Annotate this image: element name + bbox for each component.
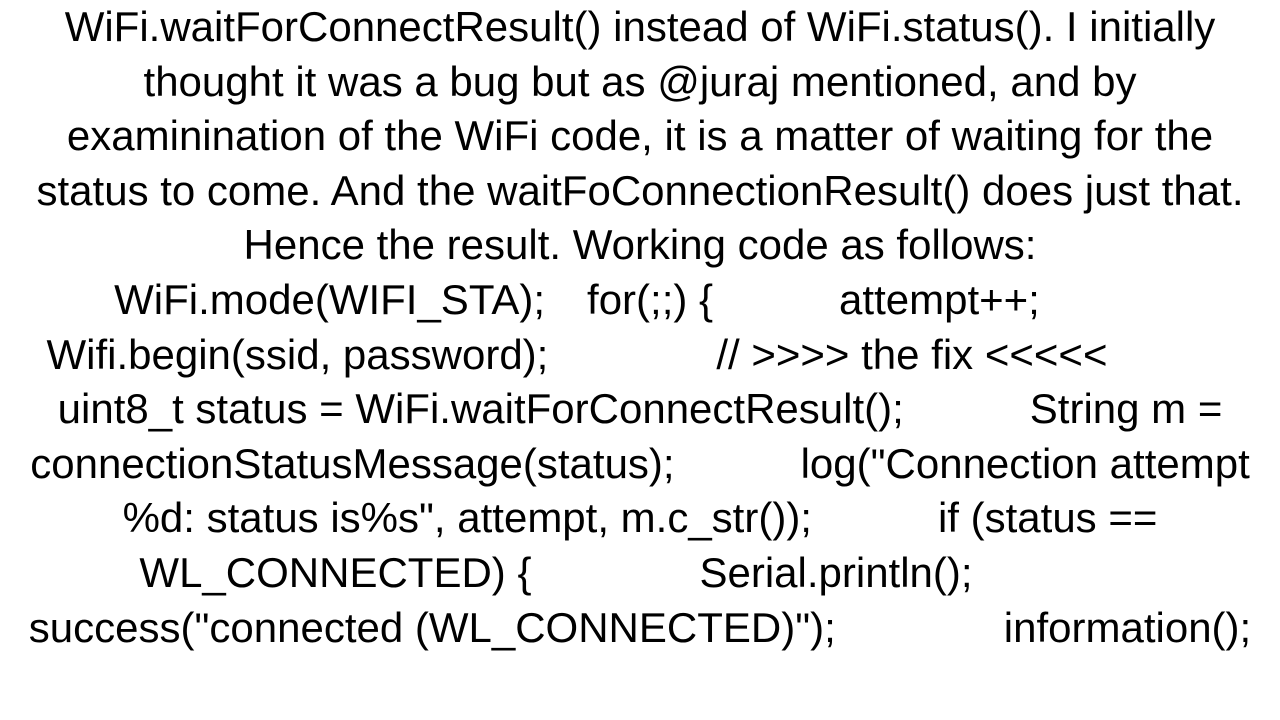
paragraph-text: WiFi.waitForConnectResult() instead of W… bbox=[20, 0, 1260, 655]
document-body: WiFi.waitForConnectResult() instead of W… bbox=[20, 0, 1260, 655]
